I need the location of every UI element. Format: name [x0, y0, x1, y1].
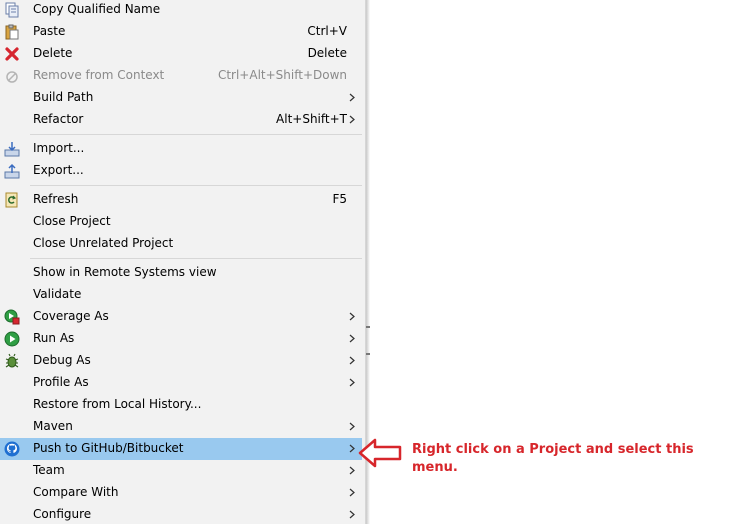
run-icon	[4, 331, 20, 347]
menu-item-close-project[interactable]: Close Project	[0, 211, 362, 233]
chevron-right-icon	[347, 462, 357, 478]
chevron-right-icon	[347, 330, 357, 346]
background-window-edge	[366, 326, 370, 328]
menu-item-debug-as[interactable]: Debug As	[0, 350, 362, 372]
menu-item-label: Coverage As	[33, 309, 109, 323]
menu-item-restore-local-history[interactable]: Restore from Local History...	[0, 394, 362, 416]
menu-item-push-to-github-bitbucket[interactable]: Push to GitHub/Bitbucket	[0, 438, 362, 460]
menu-item-profile-as[interactable]: Profile As	[0, 372, 362, 394]
shortcut-label: Delete	[307, 46, 347, 60]
menu-item-delete[interactable]: Delete Delete	[0, 43, 362, 65]
menu-item-close-unrelated-project[interactable]: Close Unrelated Project	[0, 233, 362, 255]
shortcut-label: Ctrl+Alt+Shift+Down	[217, 68, 347, 82]
menu-item-label: Debug As	[33, 353, 91, 367]
copy-qualified-name-icon	[4, 2, 20, 18]
paste-icon	[4, 24, 20, 40]
annotation-arrow-icon	[358, 438, 402, 468]
menu-item-label: Close Unrelated Project	[33, 236, 174, 250]
menu-item-label: Profile As	[33, 375, 89, 389]
menu-item-label: Refresh	[33, 192, 79, 206]
chevron-right-icon	[347, 111, 357, 127]
menu-item-export[interactable]: Export...	[0, 160, 362, 182]
chevron-right-icon	[347, 506, 357, 522]
shortcut-label: Alt+Shift+T	[276, 112, 347, 126]
menu-item-paste[interactable]: Paste Ctrl+V	[0, 21, 362, 43]
chevron-right-icon	[347, 440, 357, 456]
chevron-right-icon	[347, 418, 357, 434]
menu-item-label: Remove from Context	[33, 68, 165, 82]
menu-item-maven[interactable]: Maven	[0, 416, 362, 438]
coverage-icon	[4, 309, 20, 325]
menu-item-build-path[interactable]: Build Path	[0, 87, 362, 109]
menu-item-label: Paste	[33, 24, 66, 38]
menu-separator	[30, 258, 362, 259]
menu-item-label: Show in Remote Systems view	[33, 265, 217, 279]
shortcut-label: Ctrl+V	[307, 24, 347, 38]
context-menu: Copy Qualified Name Paste Ctrl+V Delete …	[0, 0, 366, 524]
shortcut-label: F5	[332, 192, 347, 206]
menu-item-show-remote-systems[interactable]: Show in Remote Systems view	[0, 262, 362, 284]
menu-item-refactor[interactable]: Refactor Alt+Shift+T	[0, 109, 362, 131]
chevron-right-icon	[347, 308, 357, 324]
menu-item-remove-from-context: Remove from Context Ctrl+Alt+Shift+Down	[0, 65, 362, 87]
debug-icon	[4, 353, 20, 369]
menu-item-label: Close Project	[33, 214, 111, 228]
chevron-right-icon	[347, 89, 357, 105]
chevron-right-icon	[347, 374, 357, 390]
menu-item-compare-with[interactable]: Compare With	[0, 482, 362, 504]
menu-item-label: Delete	[33, 46, 73, 60]
delete-icon	[4, 46, 20, 62]
menu-item-label: Copy Qualified Name	[33, 2, 161, 16]
menu-item-label: Push to GitHub/Bitbucket	[33, 441, 184, 455]
menu-item-label: Configure	[33, 507, 92, 521]
menu-item-validate[interactable]: Validate	[0, 284, 362, 306]
background-window-edge	[366, 353, 370, 355]
menu-item-label: Build Path	[33, 90, 94, 104]
import-icon	[4, 141, 20, 157]
menu-item-label: Team	[33, 463, 65, 477]
menu-item-label: Validate	[33, 287, 82, 301]
menu-item-run-as[interactable]: Run As	[0, 328, 362, 350]
menu-item-copy-qualified-name[interactable]: Copy Qualified Name	[0, 0, 362, 21]
menu-item-label: Restore from Local History...	[33, 397, 202, 411]
menu-item-configure[interactable]: Configure	[0, 504, 362, 526]
menu-item-label: Run As	[33, 331, 75, 345]
github-icon	[4, 441, 20, 457]
menu-item-label: Import...	[33, 141, 85, 155]
menu-item-team[interactable]: Team	[0, 460, 362, 482]
menu-item-refresh[interactable]: Refresh F5	[0, 189, 362, 211]
annotation-text: Right click on a Project and select this…	[412, 442, 694, 475]
refresh-icon	[4, 192, 20, 208]
menu-item-label: Export...	[33, 163, 84, 177]
chevron-right-icon	[347, 484, 357, 500]
menu-separator	[30, 185, 362, 186]
chevron-right-icon	[347, 352, 357, 368]
menu-item-label: Maven	[33, 419, 73, 433]
menu-item-import[interactable]: Import...	[0, 138, 362, 160]
menu-separator	[30, 134, 362, 135]
menu-item-coverage-as[interactable]: Coverage As	[0, 306, 362, 328]
export-icon	[4, 163, 20, 179]
menu-item-label: Refactor	[33, 112, 84, 126]
menu-item-label: Compare With	[33, 485, 119, 499]
remove-context-icon	[4, 68, 20, 84]
